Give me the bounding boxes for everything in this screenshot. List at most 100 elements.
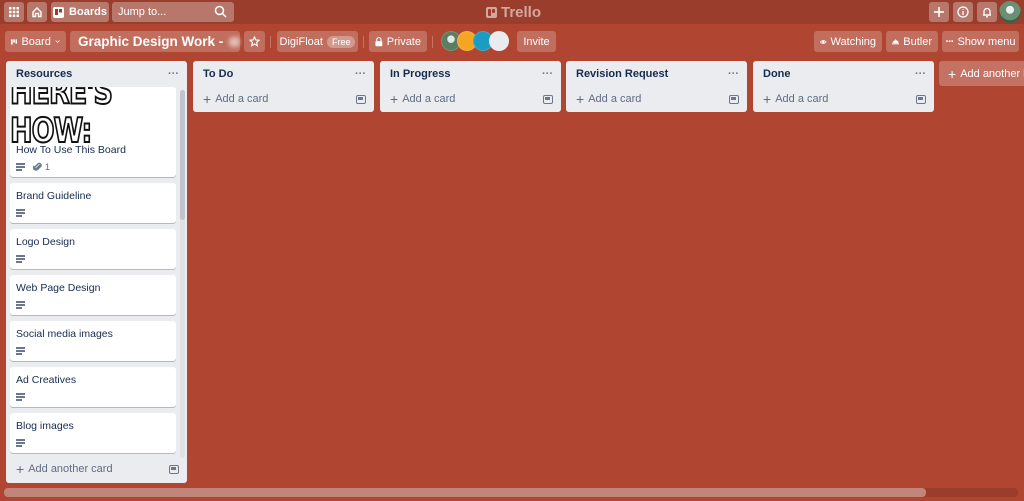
add-card-label: Add a card <box>588 93 642 105</box>
add-list-button[interactable]: + Add another list <box>939 61 1024 86</box>
invite-button[interactable]: Invite <box>517 31 556 52</box>
list-scrollbar-thumb[interactable] <box>180 90 185 220</box>
member-avatar[interactable] <box>489 31 509 51</box>
visibility-button[interactable]: Private <box>369 31 427 52</box>
add-card-button[interactable]: + Add another card <box>6 457 187 481</box>
create-button[interactable] <box>929 2 949 22</box>
board-icon <box>53 6 65 18</box>
list-header[interactable]: To Do ··· <box>193 61 374 87</box>
lock-icon <box>375 37 383 47</box>
card-title: Social media images <box>16 328 113 340</box>
description-icon <box>16 163 25 171</box>
board-scrollbar-thumb[interactable] <box>4 488 926 497</box>
search-input[interactable]: Jump to... <box>112 2 234 22</box>
eye-icon <box>820 39 827 44</box>
list-title[interactable]: Resources <box>16 68 72 80</box>
card-template-icon[interactable] <box>729 94 739 104</box>
card[interactable]: Social media images <box>10 321 176 361</box>
user-avatar[interactable] <box>999 1 1021 23</box>
list-menu-icon[interactable]: ··· <box>168 68 179 80</box>
card-title: Ad Creatives <box>16 374 77 386</box>
trello-logo-icon <box>486 6 497 18</box>
description-icon <box>16 393 25 401</box>
card-template-icon[interactable] <box>543 94 553 104</box>
team-button[interactable]: DigiFloat Free <box>277 31 358 52</box>
add-card-button[interactable]: + Add a card <box>193 87 374 111</box>
show-menu-button[interactable]: ··· Show menu <box>942 31 1019 52</box>
add-card-button[interactable]: + Add a card <box>566 87 747 111</box>
list-title[interactable]: Revision Request <box>576 68 668 80</box>
apps-switcher-button[interactable] <box>4 2 24 22</box>
visibility-label: Private <box>386 35 421 48</box>
list-to-do: To Do ··· + Add a card <box>193 61 374 112</box>
top-navigation-bar: Boards Jump to... Trello <box>0 0 1024 24</box>
trello-logo[interactable]: Trello <box>486 3 541 21</box>
add-card-button[interactable]: + Add a card <box>753 87 934 111</box>
header-divider <box>363 36 364 48</box>
list-header[interactable]: Done ··· <box>753 61 934 87</box>
card-template-icon[interactable] <box>356 94 366 104</box>
description-icon <box>16 209 25 217</box>
list-header[interactable]: Resources ··· <box>6 61 187 87</box>
butler-button[interactable]: Butler <box>886 31 938 52</box>
card[interactable]: Blog images <box>10 413 176 453</box>
board-members <box>441 31 509 52</box>
card[interactable]: Logo Design <box>10 229 176 269</box>
watching-button[interactable]: Watching <box>814 31 882 52</box>
list-menu-icon[interactable]: ··· <box>542 68 553 80</box>
add-card-label: Add a card <box>215 93 269 105</box>
home-button[interactable] <box>27 2 47 22</box>
board-view-icon <box>11 38 18 45</box>
card-template-icon[interactable] <box>169 464 179 474</box>
plus-icon: + <box>948 65 957 82</box>
plan-badge: Free <box>326 35 356 48</box>
bell-icon <box>983 7 991 18</box>
butler-label: Butler <box>903 35 932 48</box>
boards-button[interactable]: Boards <box>51 2 109 22</box>
grid-icon <box>9 7 19 17</box>
list-menu-icon[interactable]: ··· <box>355 68 366 80</box>
description-icon <box>16 255 25 263</box>
plus-icon: + <box>203 91 212 107</box>
plus-icon: + <box>763 91 772 107</box>
star-board-button[interactable] <box>244 31 265 52</box>
card[interactable]: Brand Guideline <box>10 183 176 223</box>
invite-label: Invite <box>523 35 550 48</box>
attachment-count: 1 <box>45 162 51 172</box>
attachment-badge: 1 <box>33 162 50 172</box>
list-menu-icon[interactable]: ··· <box>915 68 926 80</box>
list-title[interactable]: In Progress <box>390 68 451 80</box>
card-container: HERE'S HOW: How To Use This Board 1 Bran… <box>10 87 176 457</box>
card-badges: 1 <box>16 161 170 173</box>
list-title[interactable]: Done <box>763 68 791 80</box>
more-icon: ··· <box>945 35 954 48</box>
information-button[interactable] <box>953 2 973 22</box>
board-title[interactable]: Graphic Design Work - <box>70 31 240 52</box>
list-header[interactable]: Revision Request ··· <box>566 61 747 87</box>
list-title[interactable]: To Do <box>203 68 233 80</box>
board-view-label: Board <box>21 35 51 48</box>
list-header[interactable]: In Progress ··· <box>380 61 561 87</box>
add-list-label: Add another list <box>960 67 1024 80</box>
board-horizontal-scrollbar[interactable] <box>4 488 1018 497</box>
add-card-label: Add a card <box>775 93 829 105</box>
board-title-text: Graphic Design Work - <box>78 34 224 49</box>
list-scrollbar[interactable] <box>180 90 185 458</box>
card-title: Web Page Design <box>16 282 101 294</box>
blurred-title-suffix <box>229 36 240 47</box>
header-divider <box>270 36 271 48</box>
card-title: Logo Design <box>16 236 75 248</box>
card-cover-image: HERE'S HOW: <box>10 87 176 152</box>
search-icon <box>214 5 227 18</box>
watching-label: Watching <box>830 35 876 48</box>
card[interactable]: Ad Creatives <box>10 367 176 407</box>
add-card-label: Add another card <box>28 463 113 475</box>
plus-icon: + <box>16 461 25 477</box>
add-card-button[interactable]: + Add a card <box>380 87 561 111</box>
notifications-button[interactable] <box>977 2 997 22</box>
card-template-icon[interactable] <box>916 94 926 104</box>
list-menu-icon[interactable]: ··· <box>728 68 739 80</box>
card[interactable]: Web Page Design <box>10 275 176 315</box>
board-view-switcher[interactable]: Board <box>5 31 66 52</box>
card[interactable]: HERE'S HOW: How To Use This Board 1 <box>10 87 176 177</box>
